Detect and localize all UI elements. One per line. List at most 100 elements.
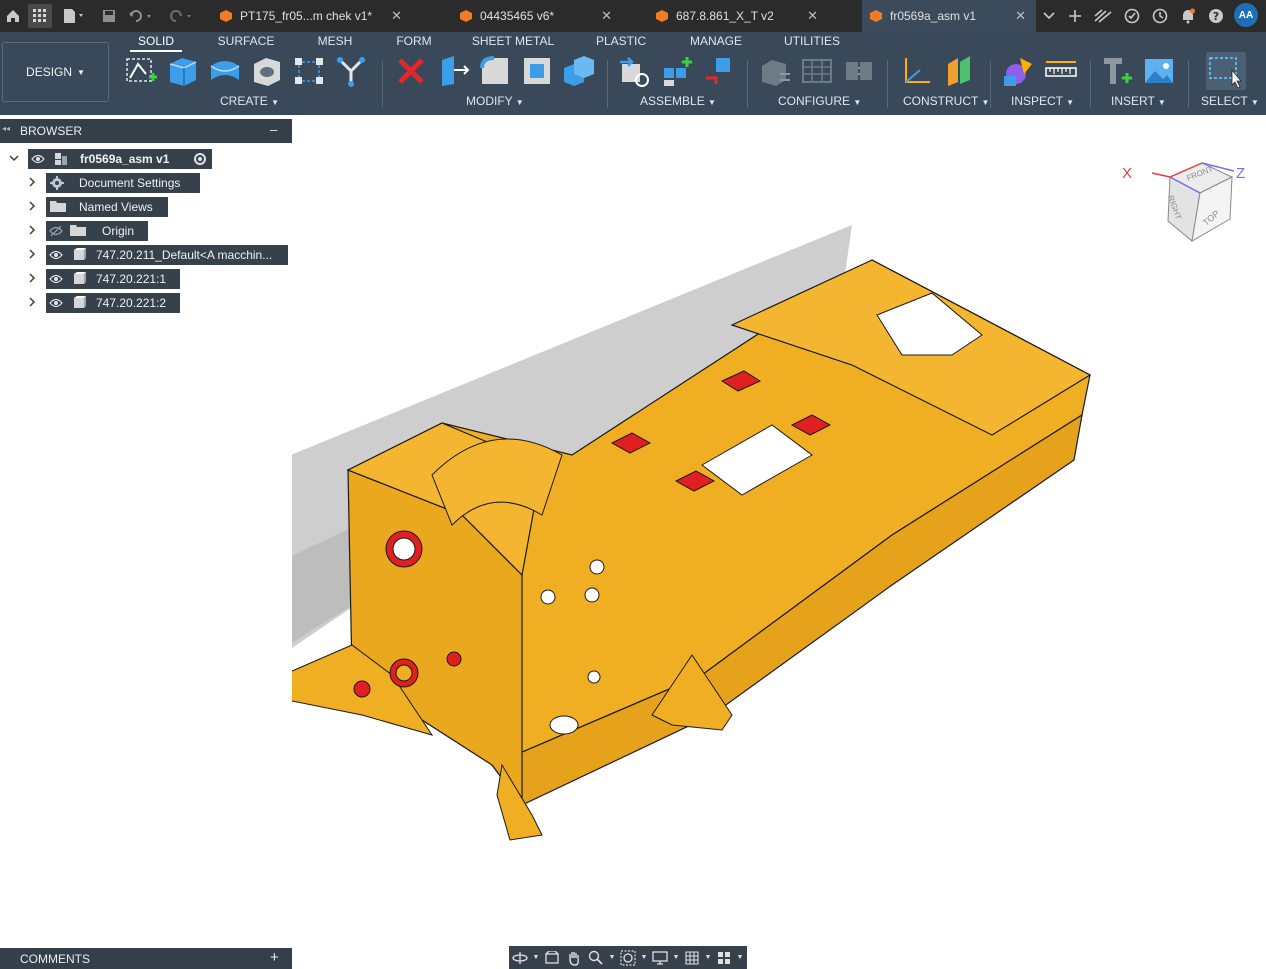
job-status-icon[interactable] bbox=[1122, 4, 1142, 28]
dropdown-caret-icon[interactable]: ▼ bbox=[703, 949, 713, 967]
extensions-icon[interactable] bbox=[1092, 4, 1114, 28]
clock-icon[interactable] bbox=[1150, 4, 1170, 28]
save-icon[interactable] bbox=[100, 4, 118, 28]
joint-icon[interactable] bbox=[660, 54, 694, 88]
display-settings-icon[interactable] bbox=[649, 949, 671, 967]
tab-utilities[interactable]: UTILITIES bbox=[780, 34, 844, 52]
dropdown-caret-icon[interactable]: ▼ bbox=[639, 949, 649, 967]
browser-item-document-settings[interactable]: Document Settings bbox=[46, 173, 200, 193]
tab-form[interactable]: FORM bbox=[394, 34, 434, 52]
insert-derive-icon[interactable] bbox=[1100, 54, 1134, 88]
notifications-bell-icon[interactable] bbox=[1178, 4, 1198, 28]
document-tab-active[interactable]: fr0569a_asm v1 ✕ bbox=[862, 0, 1036, 32]
document-tab-3[interactable]: 687.8.861_X_T v2 ✕ bbox=[648, 0, 828, 32]
dropdown-caret-icon[interactable]: ▼ bbox=[671, 949, 681, 967]
inspect-display-icon[interactable] bbox=[1002, 54, 1036, 88]
expand-chevron-icon[interactable] bbox=[27, 177, 37, 187]
expand-chevron-icon[interactable] bbox=[9, 153, 19, 163]
create-sketch-icon[interactable] bbox=[124, 54, 158, 88]
fillet-icon[interactable] bbox=[478, 54, 512, 88]
group-select[interactable]: SELECT ▼ bbox=[1201, 94, 1259, 108]
expand-chevron-icon[interactable] bbox=[27, 201, 37, 211]
browser-panel-header[interactable]: ◂◂ BROWSER – bbox=[0, 119, 292, 143]
grid-settings-icon[interactable] bbox=[681, 949, 703, 967]
expand-chevron-icon[interactable] bbox=[27, 297, 37, 307]
group-insert[interactable]: INSERT ▼ bbox=[1111, 94, 1166, 108]
hole-icon[interactable] bbox=[250, 54, 284, 88]
fit-window-icon[interactable] bbox=[617, 949, 639, 967]
canvas-viewport[interactable]: X Z FRONT RIGHT TOP bbox=[292, 115, 1266, 945]
group-construct[interactable]: CONSTRUCT ▼ bbox=[903, 94, 989, 108]
configure-rules-icon[interactable] bbox=[800, 54, 834, 88]
pattern-icon[interactable] bbox=[292, 54, 326, 88]
browser-root-node[interactable]: fr0569a_asm v1 bbox=[28, 149, 212, 169]
visibility-eye-icon[interactable] bbox=[46, 269, 66, 289]
user-avatar[interactable]: AA bbox=[1234, 3, 1258, 27]
as-built-joint-icon[interactable] bbox=[702, 54, 736, 88]
close-tab-icon[interactable]: ✕ bbox=[391, 8, 402, 24]
construct-axis-icon[interactable] bbox=[900, 54, 934, 88]
dropdown-caret-icon[interactable]: ▼ bbox=[531, 949, 541, 967]
group-create[interactable]: CREATE ▼ bbox=[220, 94, 279, 108]
comments-panel-header[interactable]: COMMENTS + bbox=[0, 948, 292, 969]
shell-icon[interactable] bbox=[520, 54, 554, 88]
insert-canvas-image-icon[interactable] bbox=[1142, 54, 1176, 88]
configure-table-icon[interactable] bbox=[758, 54, 792, 88]
close-tab-icon[interactable]: ✕ bbox=[807, 8, 818, 24]
browser-item-747-20-221-2[interactable]: 747.20.221:2 bbox=[46, 293, 180, 313]
document-tab-1[interactable]: PT175_fr05...m chek v1* ✕ bbox=[212, 0, 412, 32]
file-menu-icon[interactable] bbox=[60, 4, 88, 28]
undo-icon[interactable] bbox=[126, 4, 156, 28]
create-form-icon[interactable] bbox=[334, 54, 368, 88]
viewports-icon[interactable] bbox=[713, 949, 735, 967]
close-tab-icon[interactable]: ✕ bbox=[601, 8, 612, 24]
expand-chevron-icon[interactable] bbox=[27, 273, 37, 283]
zoom-icon[interactable] bbox=[585, 949, 607, 967]
add-comment-icon[interactable]: + bbox=[270, 949, 279, 966]
window-select-icon[interactable] bbox=[1206, 52, 1246, 90]
new-tab-plus-icon[interactable] bbox=[1066, 4, 1084, 28]
pan-hand-icon[interactable] bbox=[563, 949, 585, 967]
group-configure[interactable]: CONFIGURE ▼ bbox=[778, 94, 861, 108]
look-at-icon[interactable] bbox=[541, 949, 563, 967]
browser-item-named-views[interactable]: Named Views bbox=[46, 197, 168, 217]
expand-chevron-icon[interactable] bbox=[27, 249, 37, 259]
expand-chevron-icon[interactable] bbox=[27, 225, 37, 235]
tab-plastic[interactable]: PLASTIC bbox=[594, 34, 648, 52]
group-assemble[interactable]: ASSEMBLE ▼ bbox=[640, 94, 716, 108]
visibility-eye-icon[interactable] bbox=[46, 245, 66, 265]
measure-icon[interactable] bbox=[1044, 54, 1078, 88]
tab-sheet-metal[interactable]: SHEET METAL bbox=[470, 34, 556, 52]
configure-theme-icon[interactable] bbox=[842, 54, 876, 88]
combine-icon[interactable] bbox=[562, 54, 596, 88]
browser-minimize-icon[interactable]: – bbox=[270, 122, 277, 137]
home-icon[interactable] bbox=[4, 4, 22, 28]
tab-mesh[interactable]: MESH bbox=[314, 34, 356, 52]
tab-solid[interactable]: SOLID bbox=[130, 34, 182, 52]
visibility-eye-icon[interactable] bbox=[46, 293, 66, 313]
browser-item-747-20-221-1[interactable]: 747.20.221:1 bbox=[46, 269, 180, 289]
orbit-icon[interactable] bbox=[509, 949, 531, 967]
extrude-icon[interactable] bbox=[166, 54, 200, 88]
dropdown-caret-icon[interactable]: ▼ bbox=[607, 949, 617, 967]
dropdown-caret-icon[interactable]: ▼ bbox=[735, 949, 745, 967]
workspace-switcher-button[interactable]: DESIGN ▼ bbox=[2, 42, 109, 102]
tab-surface[interactable]: SURFACE bbox=[216, 34, 276, 52]
redo-icon[interactable] bbox=[166, 4, 196, 28]
data-panel-grid-icon[interactable] bbox=[28, 4, 52, 28]
panel-collapse-left-icon[interactable]: ◂◂ bbox=[2, 124, 10, 133]
close-tab-icon[interactable]: ✕ bbox=[1015, 8, 1026, 24]
visibility-hidden-eye-icon[interactable] bbox=[46, 221, 66, 241]
delete-x-icon[interactable] bbox=[394, 54, 428, 88]
browser-item-origin[interactable]: Origin bbox=[46, 221, 148, 241]
viewcube[interactable]: X Z FRONT RIGHT TOP bbox=[1120, 155, 1260, 255]
help-icon[interactable]: ? bbox=[1206, 4, 1226, 28]
group-inspect[interactable]: INSPECT ▼ bbox=[1011, 94, 1074, 108]
browser-item-component-747-20-211[interactable]: 747.20.211_Default<A macchin... bbox=[46, 245, 288, 265]
group-modify[interactable]: MODIFY ▼ bbox=[466, 94, 524, 108]
construct-plane-icon[interactable] bbox=[942, 54, 976, 88]
visibility-eye-icon[interactable] bbox=[28, 149, 48, 169]
document-tab-2[interactable]: 04435465 v6* ✕ bbox=[452, 0, 622, 32]
activate-radio-icon[interactable] bbox=[194, 153, 206, 165]
new-component-icon[interactable] bbox=[618, 54, 652, 88]
